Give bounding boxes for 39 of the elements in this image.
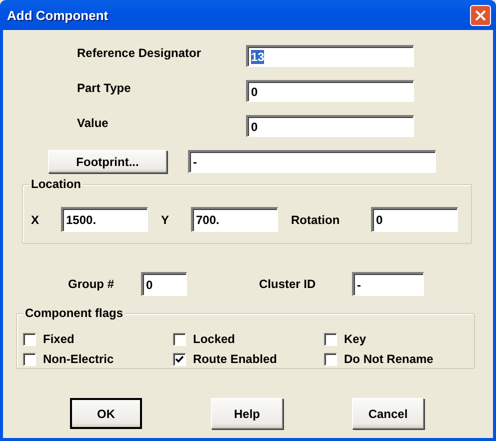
checkbox-label: Route Enabled (193, 352, 278, 366)
field-label: Rotation (291, 212, 341, 226)
field-label: Value (77, 115, 110, 132)
checkbox[interactable] (23, 352, 36, 366)
field-label: Cluster ID (259, 277, 317, 291)
close-button[interactable] (470, 4, 491, 26)
text-field[interactable]: 0 (141, 272, 187, 296)
checkbox-label: Fixed (43, 332, 74, 346)
text-field[interactable]: 0 (246, 80, 414, 102)
checkbox[interactable] (23, 332, 36, 346)
text-field[interactable]: - (352, 272, 424, 296)
group-title: Component flags (23, 306, 125, 320)
checkbox-label: Locked (193, 332, 236, 346)
text-field[interactable]: 1500. (61, 207, 148, 232)
text-field[interactable]: 0 (246, 115, 414, 137)
checkbox[interactable] (173, 332, 186, 346)
checkbox[interactable] (173, 352, 186, 366)
field-label: Group # (68, 277, 116, 291)
field-label: Reference Designator (77, 45, 202, 62)
text-field[interactable]: 700. (191, 207, 278, 232)
check-icon (175, 354, 184, 364)
cancel-button[interactable]: Cancel (352, 398, 424, 429)
checkbox[interactable] (324, 352, 337, 366)
checkbox-label: Key (344, 332, 366, 346)
window-title: Add Component (7, 8, 108, 22)
checkbox[interactable] (324, 332, 337, 346)
field-label: X (31, 212, 40, 226)
checkbox-label: Non-Electric (43, 352, 114, 366)
checkbox-label: Do Not Rename (344, 352, 434, 366)
help-button[interactable]: Help (211, 398, 283, 429)
field-label: Part Type (77, 80, 132, 97)
group-title: Location (29, 177, 83, 191)
field-label: Y (161, 212, 170, 226)
footprint-button[interactable]: Footprint... (48, 150, 167, 173)
close-icon (475, 10, 486, 20)
ok-button[interactable]: OK (70, 398, 142, 429)
text-field[interactable]: - (188, 150, 436, 173)
text-field[interactable]: 0 (371, 207, 458, 232)
text-field[interactable]: 13 (246, 45, 414, 67)
